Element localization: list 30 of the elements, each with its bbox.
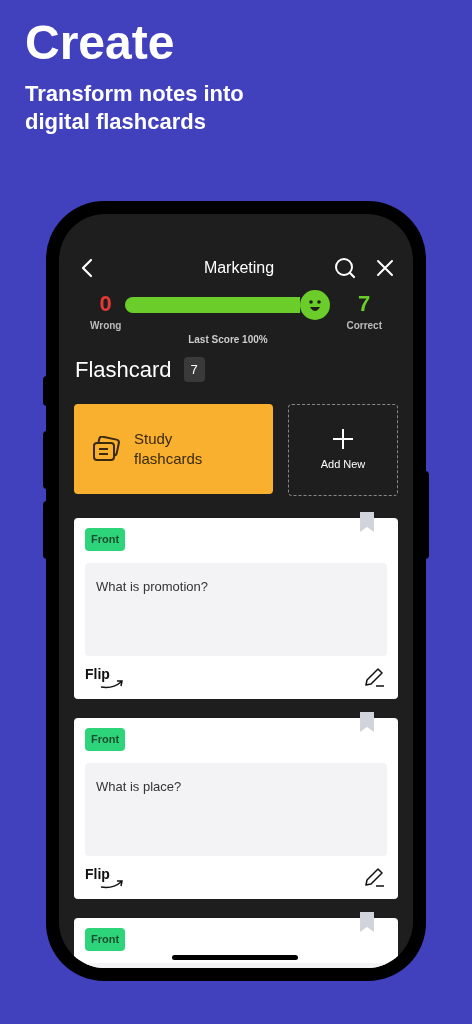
wrong-label: Wrong — [90, 319, 122, 333]
section-title: Flashcard — [75, 356, 172, 384]
subtitle: Transform notes into digital flashcards — [25, 80, 245, 136]
headline: Create — [25, 16, 175, 70]
side-tag: Front — [85, 728, 126, 751]
flashcard[interactable]: Front What is promotion? Flip — [74, 518, 398, 699]
side-tag: Front — [85, 528, 126, 551]
back-icon[interactable] — [80, 258, 94, 278]
close-icon[interactable] — [376, 259, 394, 277]
cards-icon — [92, 436, 120, 462]
question-text: What is promotion? — [96, 577, 208, 596]
flashcard[interactable]: Front — [74, 918, 398, 968]
study-button[interactable]: Study flashcards — [74, 404, 273, 494]
correct-label: Correct — [346, 319, 382, 333]
edit-icon[interactable] — [363, 866, 385, 888]
smiley-icon — [300, 290, 331, 320]
side-tag: Front — [85, 928, 126, 951]
wrong-count: 0 — [99, 290, 112, 318]
plus-icon — [332, 427, 354, 450]
edit-icon[interactable] — [363, 666, 385, 688]
flip-button[interactable]: Flip — [85, 665, 125, 689]
last-score: Last Score 100% — [188, 333, 268, 347]
flashcard[interactable]: Front What is place? Flip — [74, 718, 398, 899]
flip-button[interactable]: Flip — [85, 865, 125, 889]
count-badge: 7 — [183, 356, 205, 383]
question-text: What is place? — [96, 777, 182, 796]
correct-count: 7 — [358, 290, 371, 318]
search-icon[interactable] — [334, 257, 356, 279]
screen-title: Marketing — [202, 258, 276, 278]
add-new-button[interactable]: Add New — [288, 404, 398, 496]
